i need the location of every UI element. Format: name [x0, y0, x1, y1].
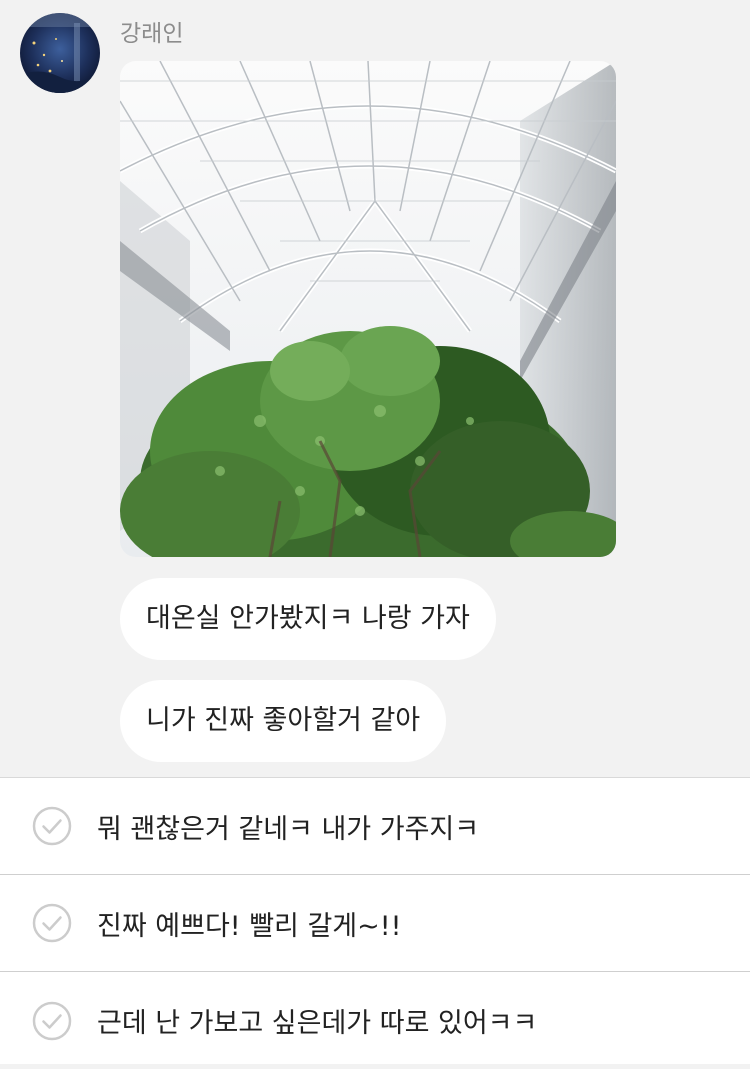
quick-reply-option[interactable]: 진짜 예쁘다! 빨리 갈게~!!: [0, 875, 750, 972]
sender-name: 강래인: [120, 21, 184, 47]
message-bubble: 니가 진짜 좋아할거 같아: [120, 680, 447, 762]
avatar[interactable]: [20, 13, 100, 93]
check-circle-icon: [32, 903, 72, 943]
message-bubble: 대온실 안가봤지ㅋ 나랑 가자: [120, 578, 496, 660]
chat-area: 강래인 대온실 안가봤지ㅋ 나랑 가자 니가 진짜 좋아할거 같아: [0, 0, 750, 778]
quick-reply-text: 진짜 예쁘다! 빨리 갈게~!!: [97, 910, 402, 942]
quick-reply-list: 뭐 괜찮은거 같네ㅋ 내가 가주지ㅋ 진짜 예쁘다! 빨리 갈게~!! 근데 난…: [0, 777, 750, 1064]
quick-reply-text: 뭐 괜찮은거 같네ㅋ 내가 가주지ㅋ: [97, 813, 480, 845]
profile-photo-icon: [20, 13, 100, 93]
quick-reply-text: 근데 난 가보고 싶은데가 따로 있어ㅋㅋ: [97, 1008, 538, 1039]
quick-reply-option[interactable]: 뭐 괜찮은거 같네ㅋ 내가 가주지ㅋ: [0, 778, 750, 875]
quick-reply-option[interactable]: 근데 난 가보고 싶은데가 따로 있어ㅋㅋ: [0, 972, 750, 1069]
check-circle-icon: [32, 806, 72, 846]
greenhouse-photo: [120, 61, 616, 557]
shared-photo[interactable]: [120, 61, 616, 557]
check-circle-icon: [32, 1001, 72, 1040]
